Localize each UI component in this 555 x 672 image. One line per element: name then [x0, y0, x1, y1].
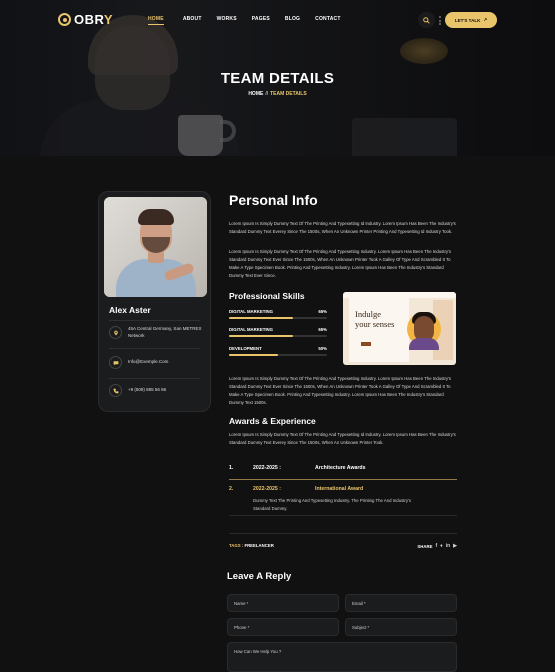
skill-progress-fill — [229, 317, 293, 319]
promo-image: Indulge your senses — [343, 292, 456, 365]
personal-paragraph-3: Lorem Ipsum Is Simply Dummy Text Of The … — [229, 376, 452, 405]
profile-card: Alex Aster 45A Central Germany, San METR… — [98, 191, 211, 412]
breadcrumb: HOME//TEAM DETAILS — [0, 91, 555, 97]
profile-phone[interactable]: +9 (509) 885 56 86 — [128, 387, 166, 394]
share-label: SHARE — [417, 543, 433, 549]
page-title: TEAM DETAILS — [220, 70, 335, 87]
personal-paragraph-1: Lorem Ipsum Is Simply Dummy Text Of The … — [229, 221, 456, 234]
personal-info-title: Personal Info — [229, 192, 318, 208]
skill-progress-bar — [229, 335, 327, 337]
nav-item-about[interactable]: ABOUT — [183, 16, 202, 22]
logo-mark-icon — [58, 13, 71, 26]
facebook-icon[interactable]: f — [435, 543, 437, 549]
divider — [109, 378, 200, 379]
breadcrumb-separator: // — [265, 91, 269, 97]
tags-row: TAGS : FREELANCER — [229, 543, 274, 548]
brand-name-prefix: OBR — [74, 12, 104, 27]
profile-address: 45A Central Germany, San METREX Network — [128, 326, 202, 338]
share-row: SHARE f ♦ in ▶ — [417, 543, 457, 549]
skill-progress-bar — [229, 354, 327, 356]
skill-progress-fill — [229, 354, 278, 356]
brand-name-suffix: Y — [103, 12, 114, 27]
skill-progress-fill — [229, 335, 293, 337]
breadcrumb-current: TEAM DETAILS — [270, 91, 307, 97]
skill-value: 50% — [318, 346, 327, 351]
awards-title: Awards & Experience — [229, 416, 316, 426]
reply-title: Leave A Reply — [227, 571, 292, 582]
profile-email[interactable]: Info@Exemple.Com — [128, 359, 168, 366]
award-number: 2. — [229, 486, 234, 492]
skill-value: 65% — [318, 309, 327, 314]
lets-talk-button[interactable]: LET'S TALK ↗ — [445, 12, 497, 28]
skill-value: 65% — [318, 327, 327, 332]
arrow-up-right-icon: ↗ — [483, 17, 488, 22]
top-nav: OBRY HOME ABOUT WORKS PAGES BLOG CONTACT… — [0, 12, 555, 28]
profile-phone-row: +9 (509) 885 56 86 — [109, 384, 166, 397]
lets-talk-label: LET'S TALK — [454, 17, 481, 23]
award-divider — [229, 515, 457, 516]
nav-item-works[interactable]: WORKS — [217, 16, 237, 22]
skill-item: DIGITAL MARKETING 65% — [229, 309, 327, 319]
award-item: 1. 2022-2025 : Architecture Awards — [229, 465, 457, 471]
skill-progress-bar — [229, 317, 327, 319]
skill-label: DIGITAL MARKETING — [229, 309, 274, 314]
email-field[interactable]: Email * — [345, 594, 457, 612]
chat-icon — [109, 356, 122, 369]
profile-address-row: 45A Central Germany, San METREX Network — [109, 326, 206, 340]
promo-headline-line-2: your senses — [355, 318, 395, 329]
location-pin-icon — [109, 326, 122, 340]
nav-item-contact[interactable]: CONTACT — [315, 16, 340, 22]
award-years: 2022-2025 : — [253, 486, 281, 492]
subject-field[interactable]: Subject * — [345, 618, 457, 636]
divider — [109, 348, 200, 349]
award-title: Architecture Awards — [315, 465, 366, 471]
phone-field[interactable]: Phone * — [227, 618, 339, 636]
skill-item: DIGITAL MARKETING 65% — [229, 327, 327, 337]
nav-item-pages[interactable]: PAGES — [252, 16, 270, 22]
skills-title: Professional Skills — [229, 291, 305, 301]
brand-name: OBRY — [74, 12, 113, 27]
award-description: Dummy Text The Printing And Typesetting … — [253, 498, 411, 511]
divider — [229, 533, 457, 534]
award-title: International Award — [315, 486, 364, 492]
award-item-active: 2. 2022-2025 : International Award — [229, 486, 457, 492]
menu-dots-icon[interactable] — [439, 16, 441, 25]
divider — [109, 320, 200, 321]
message-field[interactable]: How Can We Help You ? — [227, 642, 457, 672]
award-number: 1. — [229, 465, 234, 471]
breadcrumb-home[interactable]: HOME — [248, 91, 263, 97]
search-button[interactable] — [418, 12, 435, 28]
skill-label: DIGITAL MARKETING — [229, 327, 274, 332]
main-menu: HOME ABOUT WORKS PAGES BLOG CONTACT — [148, 16, 341, 25]
linkedin-icon[interactable]: in — [446, 543, 450, 549]
search-icon — [423, 16, 430, 24]
promo-headline: Indulge your senses — [355, 309, 395, 330]
profile-email-row: Info@Exemple.Com — [109, 356, 168, 369]
nav-item-home[interactable]: HOME — [148, 16, 164, 25]
twitter-icon[interactable]: ♦ — [440, 543, 443, 549]
award-years: 2022-2025 : — [253, 465, 281, 471]
brand-logo[interactable]: OBRY — [58, 12, 113, 27]
tags-label: TAGS : — [229, 543, 244, 548]
nav-item-blog[interactable]: BLOG — [285, 16, 300, 22]
awards-intro: Lorem Ipsum Is Simply Dummy Text Of The … — [229, 432, 456, 445]
skill-label: DEVELOPMENT — [229, 346, 262, 351]
promo-headline-line-1: Indulge — [355, 309, 381, 319]
tag-freelancer[interactable]: FREELANCER — [244, 543, 273, 548]
profile-name: Alex Aster — [109, 305, 151, 315]
profile-photo — [104, 197, 207, 297]
personal-paragraph-2: Lorem Ipsum Is Simply Dummy Text Of The … — [229, 249, 452, 278]
name-field[interactable]: Name * — [227, 594, 339, 612]
skill-item: DEVELOPMENT 50% — [229, 346, 327, 356]
phone-icon — [109, 384, 122, 397]
youtube-icon[interactable]: ▶ — [453, 543, 457, 549]
hero-banner: OBRY HOME ABOUT WORKS PAGES BLOG CONTACT… — [0, 0, 555, 156]
award-divider — [229, 479, 457, 480]
